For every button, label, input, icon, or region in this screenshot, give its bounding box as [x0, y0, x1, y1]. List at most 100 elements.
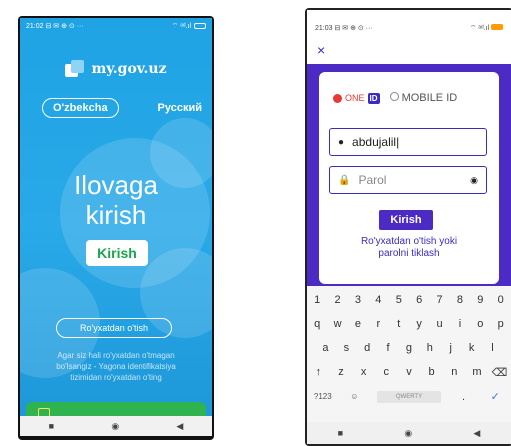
- key[interactable]: z: [332, 366, 350, 379]
- key[interactable]: n: [445, 366, 463, 379]
- key[interactable]: 9: [471, 294, 489, 306]
- right-nav-bar: ■ ◉ ◀: [307, 422, 511, 444]
- login-card: ONE ID MOBILE ID ● abdujalil | 🔒 Parol ◉…: [319, 72, 499, 284]
- key[interactable]: g: [400, 342, 418, 354]
- keyboard-bottom-row: ?123 ☺ QWERTY . ✓: [307, 390, 511, 403]
- language-selector: O'zbekcha Русский: [20, 98, 212, 118]
- key[interactable]: 1: [308, 294, 326, 306]
- radio-selected-icon: [333, 93, 342, 103]
- key[interactable]: 2: [329, 294, 347, 306]
- username-field[interactable]: ● abdujalil |: [329, 128, 487, 156]
- register-info-text: Agar siz hali ro'yxatdan o'tmagan bo'lsa…: [26, 350, 206, 383]
- link-line: Ro'yxatdan o'tish yoki: [360, 236, 458, 247]
- key[interactable]: p: [492, 318, 510, 330]
- key[interactable]: 8: [451, 294, 469, 306]
- key[interactable]: k: [463, 342, 481, 354]
- key[interactable]: u: [431, 318, 449, 330]
- key[interactable]: c: [377, 366, 395, 379]
- shift-key[interactable]: ↑: [309, 366, 327, 379]
- keyboard-row-2: a s d f g h j k l: [307, 342, 511, 354]
- status-icons: ⌔ ᵃᵈ.ıl: [470, 24, 503, 36]
- login-panel-frame: ONE ID MOBILE ID ● abdujalil | 🔒 Parol ◉…: [307, 64, 511, 286]
- register-or-reset-link[interactable]: Ro'yxatdan o'tish yoki parolni tiklash: [323, 236, 495, 260]
- info-line: Agar siz hali ro'yxatdan o'tmagan: [57, 351, 175, 360]
- key[interactable]: m: [468, 366, 486, 379]
- recent-apps-button[interactable]: ■: [49, 421, 54, 431]
- keyboard-row-1: q w e r t y u i o p: [307, 318, 511, 330]
- space-key[interactable]: QWERTY: [376, 390, 441, 403]
- key[interactable]: o: [471, 318, 489, 330]
- period-key[interactable]: .: [455, 391, 473, 403]
- status-time: 21:03 ⊟ ✉ ⊕ ⊙ ···: [315, 25, 373, 32]
- key[interactable]: q: [308, 318, 326, 330]
- keyboard-row-3: ↑ z x c v b n m ⌫: [307, 366, 511, 379]
- lang-russian-button[interactable]: Русский: [158, 102, 202, 114]
- logo-text: my.gov.uz: [91, 61, 167, 77]
- key[interactable]: h: [421, 342, 439, 354]
- recent-apps-button[interactable]: ■: [338, 428, 343, 438]
- home-button[interactable]: ◉: [404, 428, 412, 439]
- one-id-option[interactable]: ONE ID: [333, 92, 380, 104]
- screenshot-canvas: 21:02 ⊟ ✉ ⊕ ⊙ ··· ⌔ ᵃᵈ.ıl my.gov.uz O'zb…: [0, 0, 511, 446]
- home-button[interactable]: ◉: [111, 421, 119, 432]
- key[interactable]: 6: [410, 294, 428, 306]
- key[interactable]: e: [349, 318, 367, 330]
- signal-icon: ⌔ ᵃᵈ.ıl: [469, 25, 490, 32]
- text-cursor: |: [396, 135, 400, 149]
- signal-icon: ⌔ ᵃᵈ.ıl: [171, 22, 191, 30]
- lang-uzbek-button[interactable]: O'zbekcha: [42, 98, 119, 118]
- eye-icon[interactable]: ◉: [470, 175, 478, 186]
- left-phone-screen: 21:02 ⊟ ✉ ⊕ ⊙ ··· ⌔ ᵃᵈ.ıl my.gov.uz O'zb…: [20, 18, 212, 436]
- back-button[interactable]: ◀: [176, 421, 183, 432]
- info-line: bo'lsangiz - Yagona identifikatsiya: [56, 362, 176, 371]
- hero-line-2: kirish: [85, 200, 147, 230]
- status-time: 21:02 ⊟ ✉ ⊕ ⊙ ···: [26, 23, 84, 30]
- key[interactable]: b: [423, 366, 441, 379]
- key[interactable]: f: [379, 342, 397, 354]
- right-status-bar: 21:03 ⊟ ✉ ⊕ ⊙ ··· ⌔ ᵃᵈ.ıl: [307, 24, 511, 36]
- key[interactable]: a: [316, 342, 334, 354]
- key[interactable]: t: [390, 318, 408, 330]
- battery-icon: [194, 23, 206, 29]
- link-line: parolni tiklash: [378, 248, 440, 259]
- key[interactable]: s: [337, 342, 355, 354]
- key[interactable]: r: [369, 318, 387, 330]
- one-id-label: ONE: [345, 93, 365, 103]
- login-button[interactable]: Kirish: [86, 240, 148, 266]
- right-phone-frame: 21:03 ⊟ ✉ ⊕ ⊙ ··· ⌔ ᵃᵈ.ıl × ONE ID MOBIL…: [305, 8, 511, 446]
- key[interactable]: 5: [390, 294, 408, 306]
- password-field[interactable]: 🔒 Parol ◉: [329, 166, 487, 194]
- password-placeholder: Parol: [358, 173, 387, 187]
- key[interactable]: y: [410, 318, 428, 330]
- battery-icon: [491, 24, 503, 30]
- symbols-key[interactable]: ?123: [314, 392, 332, 401]
- login-button[interactable]: Kirish: [379, 210, 433, 230]
- key[interactable]: x: [355, 366, 373, 379]
- key[interactable]: v: [400, 366, 418, 379]
- key[interactable]: i: [451, 318, 469, 330]
- close-icon[interactable]: ×: [317, 42, 325, 58]
- key[interactable]: 0: [492, 294, 510, 306]
- id-method-selector: ONE ID MOBILE ID: [333, 92, 457, 104]
- key[interactable]: 4: [369, 294, 387, 306]
- backspace-key[interactable]: ⌫: [491, 366, 509, 379]
- logo-icon: [65, 60, 85, 78]
- right-phone-screen: 21:03 ⊟ ✉ ⊕ ⊙ ··· ⌔ ᵃᵈ.ıl × ONE ID MOBIL…: [307, 10, 511, 444]
- status-icons: ⌔ ᵃᵈ.ıl: [172, 22, 206, 31]
- enter-key[interactable]: ✓: [486, 390, 504, 403]
- key[interactable]: l: [483, 342, 501, 354]
- emoji-key[interactable]: ☺: [345, 392, 363, 401]
- register-button[interactable]: Ro'yxatdan o'tish: [56, 318, 172, 338]
- key[interactable]: 7: [431, 294, 449, 306]
- key[interactable]: 3: [349, 294, 367, 306]
- back-button[interactable]: ◀: [473, 428, 480, 439]
- key[interactable]: d: [358, 342, 376, 354]
- radio-unselected-icon: [389, 92, 399, 101]
- id-badge: ID: [367, 92, 380, 104]
- key[interactable]: w: [329, 318, 347, 330]
- app-logo: my.gov.uz: [20, 60, 212, 78]
- mobile-id-option[interactable]: MOBILE ID: [389, 92, 457, 104]
- info-line: tizimidan ro'yxatdan o'ting: [70, 373, 162, 382]
- key[interactable]: j: [442, 342, 460, 354]
- lock-icon: 🔒: [338, 174, 351, 186]
